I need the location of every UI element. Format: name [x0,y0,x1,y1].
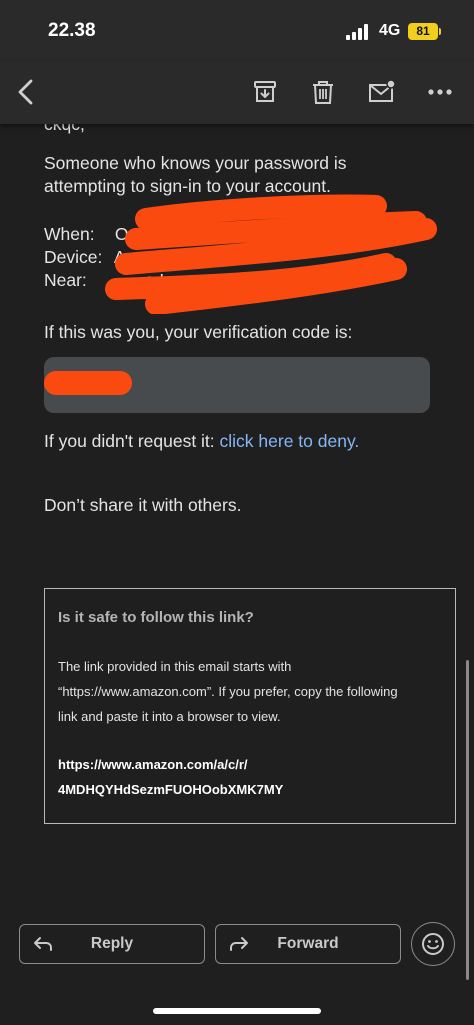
home-indicator[interactable] [153,1008,321,1014]
code-redaction [44,371,132,395]
greeting-fragment: ckqc, [44,124,85,134]
status-time: 22.38 [48,20,96,41]
safe-link-url-2[interactable]: 4MDHQYHdSezmFUOHOobXMK7MY [58,782,283,797]
trash-icon[interactable] [307,76,339,108]
network-type: 4G [379,22,401,39]
smiley-icon[interactable] [411,922,455,966]
safe-link-title: Is it safe to follow this link? [58,609,254,626]
forward-button[interactable]: Forward [215,924,401,964]
verify-text: If this was you, your verification code … [44,322,353,342]
email-toolbar [0,62,474,124]
deny-link[interactable]: click here to deny. [220,431,360,451]
reply-button[interactable]: Reply [19,924,205,964]
scrollbar[interactable] [466,660,469,980]
archive-icon[interactable] [249,76,281,108]
deny-line: If you didn't request it: click here to … [44,430,359,453]
reply-label: Reply [90,935,134,952]
share-warning: Don’t share it with others. [44,495,242,515]
status-bar: 22.38 4G 81 [0,0,474,62]
battery-icon: 81 [408,23,438,40]
back-icon[interactable] [10,76,42,108]
redaction-scribble [105,194,437,314]
battery-tip [439,28,441,35]
signal-icon [346,24,372,45]
deny-prefix: If you didn't request it: [44,431,220,451]
safe-link-line-3: link and paste it into a browser to view… [58,709,281,724]
forward-label: Forward [277,935,339,952]
safe-link-line-2: “https://www.amazon.com”. If you prefer,… [58,684,398,699]
intro-line-1: Someone who knows your password is [44,153,347,173]
safe-link-box: Is it safe to follow this link? The link… [44,588,456,824]
more-horizontal-icon[interactable] [424,76,456,108]
email-body: ckqc, Someone who knows your password is… [0,124,474,904]
safe-link-line-1: The link provided in this email starts w… [58,659,292,674]
mail-unread-icon[interactable] [366,76,398,108]
action-bar: Reply Forward [0,904,474,1025]
safe-link-url-1[interactable]: https://www.amazon.com/a/c/r/ [58,757,248,772]
